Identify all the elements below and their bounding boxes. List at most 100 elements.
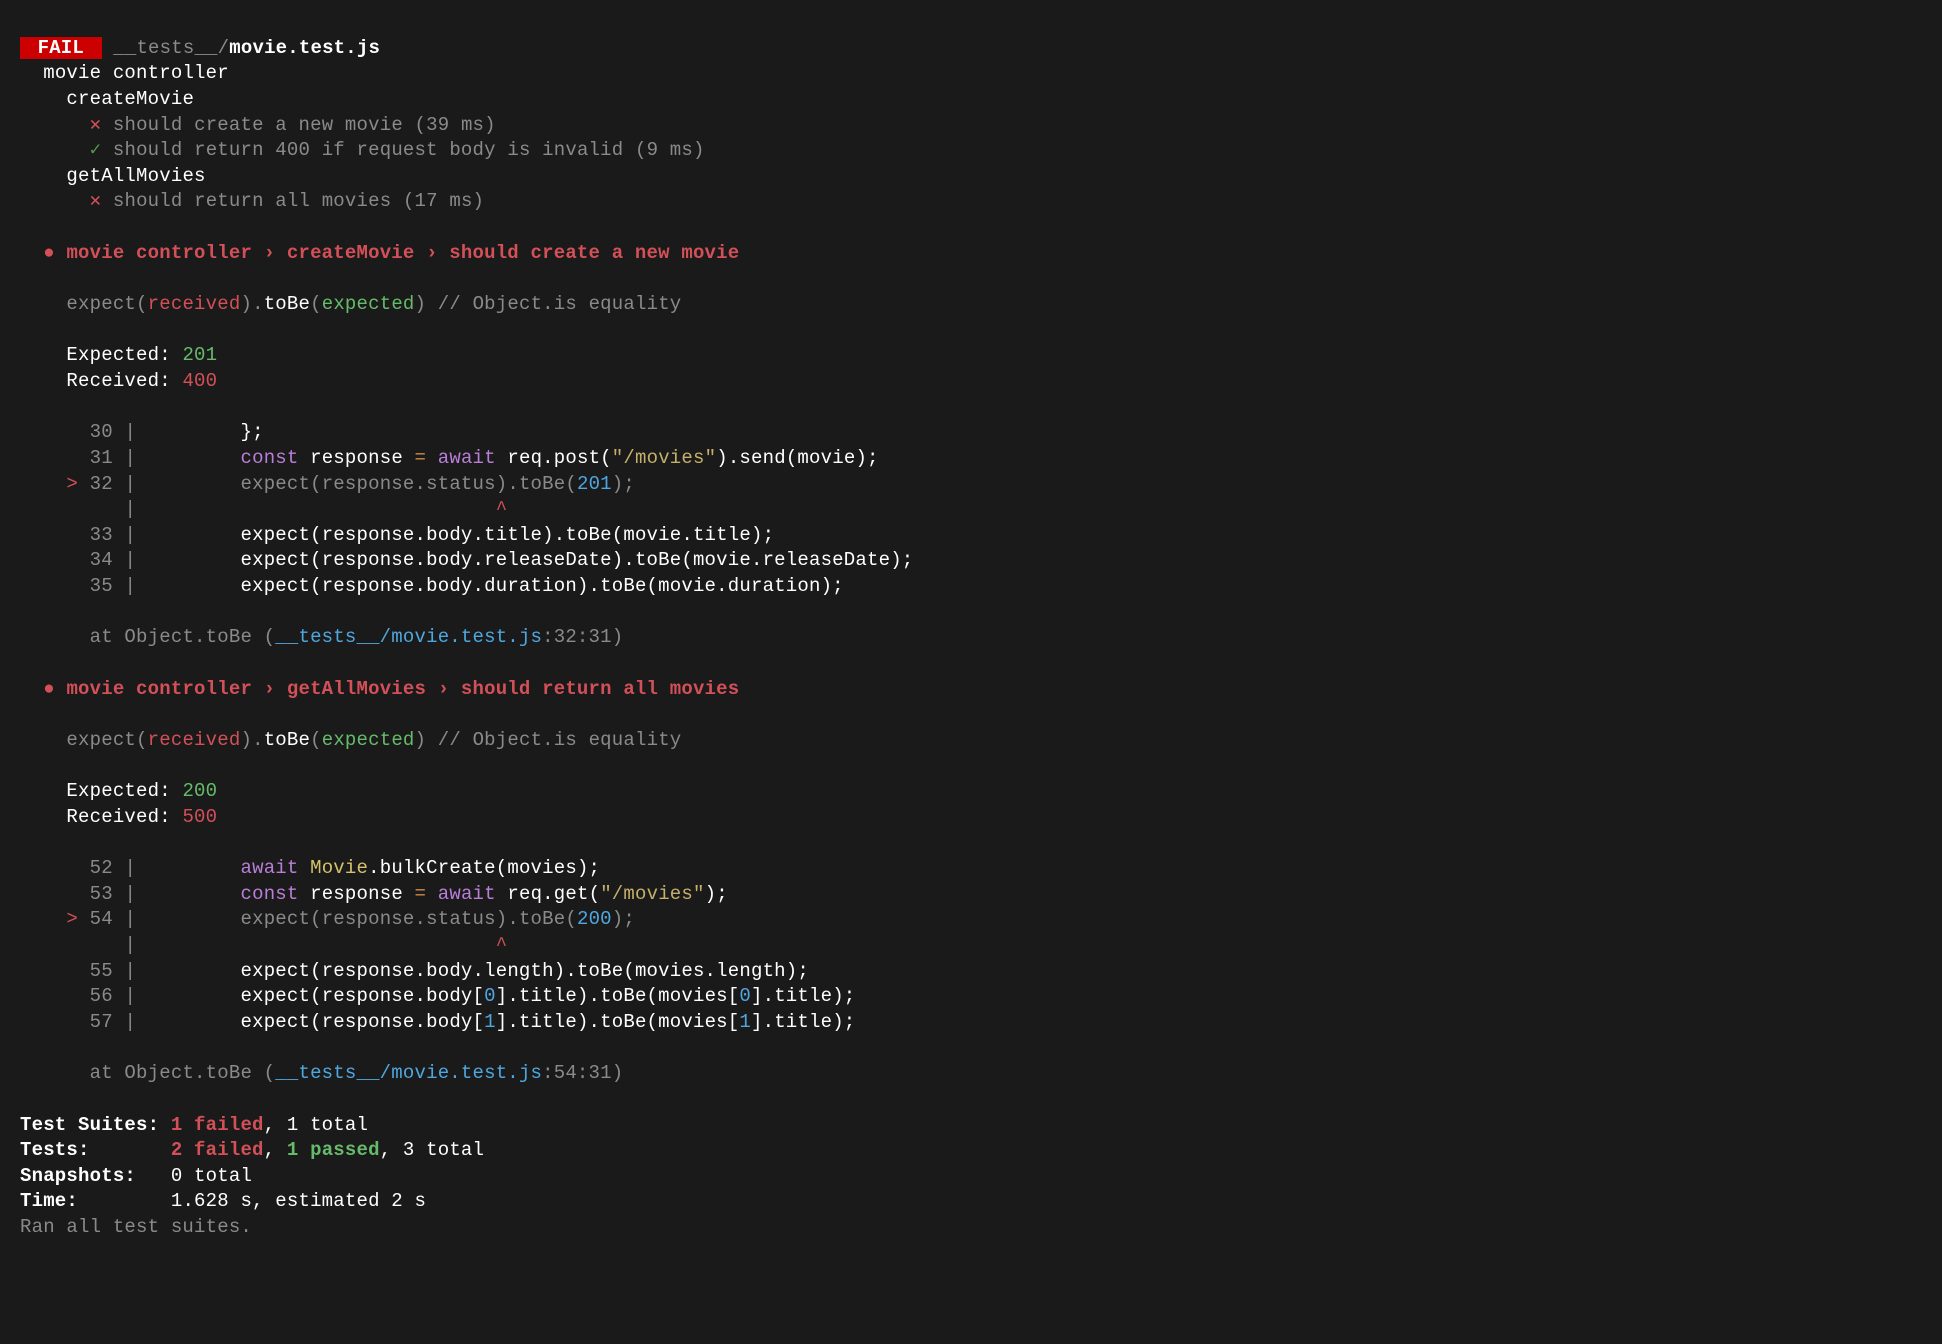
code-text: ].title).toBe(movies[	[496, 985, 740, 1007]
code-text: (	[565, 473, 577, 495]
code-text: ].title).toBe(movies[	[496, 1011, 740, 1033]
test-name: should return all movies	[113, 190, 391, 212]
number-literal: 1	[484, 1011, 496, 1033]
bullet-icon: ●	[43, 242, 55, 264]
fail-mark-icon: ✕	[90, 190, 102, 212]
test-time: (39 ms)	[415, 114, 496, 136]
summary-ran: Ran all test suites.	[20, 1216, 252, 1238]
summary-snapshots-value: 0 total	[171, 1165, 252, 1187]
keyword: await	[438, 447, 496, 469]
line-number: 34	[90, 549, 113, 571]
code-text: toBe	[264, 293, 310, 315]
code-text: expect(response.status).	[240, 473, 518, 495]
operator: =	[415, 447, 438, 469]
received-value: 500	[182, 806, 217, 828]
code-text: expect(response.body.releaseDate).toBe(m…	[240, 549, 913, 571]
code-text: expect(response.body.title).toBe(movie.t…	[240, 524, 774, 546]
test-name: should create a new movie	[113, 114, 403, 136]
keyword: const	[240, 447, 298, 469]
stack-loc: :32:31)	[542, 626, 623, 648]
code-text: expect(response.status).	[240, 908, 518, 930]
code-text: req.post(	[496, 447, 612, 469]
code-text: req.get(	[496, 883, 600, 905]
summary-suites-total: , 1 total	[264, 1114, 368, 1136]
fail-badge: FAIL	[20, 37, 102, 59]
code-text: (	[565, 908, 577, 930]
keyword: await	[438, 883, 496, 905]
received-label: Received:	[66, 370, 182, 392]
caret-icon: ^	[496, 498, 508, 520]
code-gutter: |	[124, 498, 136, 520]
code-text: (	[310, 729, 322, 751]
summary-snapshots-label: Snapshots:	[20, 1165, 159, 1187]
stack-file: __tests__/movie.test.js	[275, 1062, 542, 1084]
code-text: received	[148, 293, 241, 315]
pointer-icon: >	[66, 908, 78, 930]
line-number: 54	[90, 908, 113, 930]
failure-title: movie controller › createMovie › should …	[66, 242, 739, 264]
code-text: toBe	[519, 473, 565, 495]
suite-root: movie controller	[43, 62, 229, 84]
line-number: 57	[90, 1011, 113, 1033]
summary-suites-failed: 1 failed	[171, 1114, 264, 1136]
received-label: Received:	[66, 806, 182, 828]
code-text: expect(response.body.length).toBe(movies…	[240, 960, 809, 982]
code-text: toBe	[264, 729, 310, 751]
code-text: );	[612, 908, 635, 930]
identifier: Movie	[299, 857, 369, 879]
test-time: (17 ms)	[403, 190, 484, 212]
code-text: expected	[322, 729, 415, 751]
summary-tests-label: Tests:	[20, 1139, 159, 1161]
pointer-icon: >	[66, 473, 78, 495]
code-text: )	[415, 293, 427, 315]
code-text: expect(	[66, 293, 147, 315]
line-number: 31	[90, 447, 113, 469]
summary-tests-passed: 1 passed	[287, 1139, 380, 1161]
code-text: expect(response.body[	[240, 985, 484, 1007]
code-text: response	[299, 883, 415, 905]
suite-group-createMovie: createMovie	[66, 88, 194, 110]
code-text: .bulkCreate(movies);	[368, 857, 600, 879]
code-text: toBe	[519, 908, 565, 930]
code-text: );	[612, 473, 635, 495]
line-number: 55	[90, 960, 113, 982]
code-text: expect(	[66, 729, 147, 751]
summary-time-label: Time:	[20, 1190, 159, 1212]
line-number: 52	[90, 857, 113, 879]
code-text: ).	[240, 729, 263, 751]
caret-icon: ^	[496, 934, 508, 956]
test-time: (9 ms)	[635, 139, 705, 161]
code-text: )	[415, 729, 427, 751]
operator: =	[415, 883, 438, 905]
number-literal: 1	[739, 1011, 751, 1033]
line-number: 30	[90, 421, 113, 443]
stack-loc: :54:31)	[542, 1062, 623, 1084]
code-text: // Object.is equality	[426, 729, 681, 751]
code-text: expected	[322, 293, 415, 315]
expected-value: 201	[182, 344, 217, 366]
stack-file: __tests__/movie.test.js	[275, 626, 542, 648]
test-name: should return 400 if request body is inv…	[113, 139, 623, 161]
expected-label: Expected:	[66, 780, 182, 802]
summary-tests-failed: 2 failed	[171, 1139, 264, 1161]
code-text: response	[299, 447, 415, 469]
string-literal: "/movies"	[612, 447, 716, 469]
code-text: ).	[240, 293, 263, 315]
number-literal: 201	[577, 473, 612, 495]
code-text: received	[148, 729, 241, 751]
test-file-name: movie.test.js	[229, 37, 380, 59]
received-value: 400	[182, 370, 217, 392]
pass-mark-icon: ✓	[90, 139, 102, 161]
bullet-icon: ●	[43, 678, 55, 700]
line-number: 33	[90, 524, 113, 546]
code-text: expect(response.body[	[240, 1011, 484, 1033]
number-literal: 0	[484, 985, 496, 1007]
line-number: 35	[90, 575, 113, 597]
summary-time-value: 1.628 s, estimated 2 s	[171, 1190, 426, 1212]
failure-title: movie controller › getAllMovies › should…	[66, 678, 739, 700]
summary-suites-label: Test Suites:	[20, 1114, 159, 1136]
keyword: await	[240, 857, 298, 879]
line-number: 56	[90, 985, 113, 1007]
terminal-output: FAIL __tests__/movie.test.js movie contr…	[0, 0, 1942, 1261]
suite-group-getAllMovies: getAllMovies	[66, 165, 205, 187]
